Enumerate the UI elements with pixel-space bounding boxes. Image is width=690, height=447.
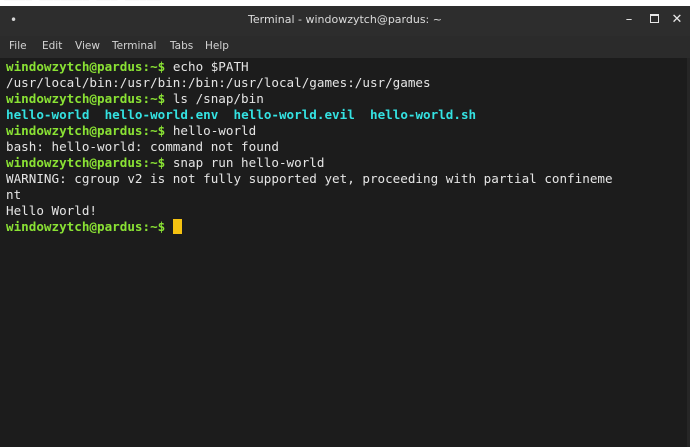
terminal-line: Hello World! (6, 203, 97, 218)
ls-entry: hello-world (6, 107, 90, 122)
terminal-window: • Terminal - windowzytch@pardus: ~ – ✕ F… (0, 6, 690, 447)
command-text: snap run hello-world (165, 155, 325, 170)
ls-entry: hello-world.env (104, 107, 219, 122)
ls-entry: hello-world.evil (233, 107, 355, 122)
close-icon[interactable]: ✕ (668, 11, 686, 29)
prompt-path: :~$ (142, 155, 166, 170)
prompt-user-host: windowzytch@pardus (6, 219, 143, 234)
prompt-path: :~$ (142, 59, 166, 74)
prompt-user-host: windowzytch@pardus (6, 91, 143, 106)
ls-entry: hello-world.sh (369, 107, 477, 122)
menu-file[interactable]: File (9, 40, 27, 52)
text-cursor (172, 219, 182, 234)
minimize-icon[interactable]: – (620, 11, 638, 29)
terminal-line: windowzytch@pardus:~$ ls /snap/bin (6, 91, 264, 107)
menu-tabs[interactable]: Tabs (170, 40, 193, 52)
command-text: hello-world (165, 123, 257, 138)
terminal-line: windowzytch@pardus:~$ hello-world (6, 123, 256, 139)
terminal-line: windowzytch@pardus:~$ (6, 219, 182, 235)
terminal-line: nt (6, 187, 22, 202)
prompt-user-host: windowzytch@pardus (6, 59, 143, 74)
prompt-user-host: windowzytch@pardus (6, 155, 143, 170)
command-text: echo $PATH (165, 59, 249, 74)
terminal-line: windowzytch@pardus:~$ echo $PATH (6, 59, 249, 75)
terminal-line: hello-world hello-world.env hello-world.… (6, 107, 476, 123)
maximize-icon[interactable] (645, 11, 663, 29)
menu-edit[interactable]: Edit (42, 40, 62, 52)
menu-view[interactable]: View (75, 40, 100, 52)
prompt-path: :~$ (142, 91, 166, 106)
terminal-line: /usr/local/bin:/usr/bin:/bin:/usr/local/… (6, 75, 431, 90)
terminal-line: WARNING: cgroup v2 is not fully supporte… (6, 171, 613, 186)
command-text (165, 219, 173, 234)
menu-help[interactable]: Help (205, 40, 229, 52)
prompt-user-host: windowzytch@pardus (6, 123, 143, 138)
terminal-line: windowzytch@pardus:~$ snap run hello-wor… (6, 155, 324, 171)
prompt-path: :~$ (142, 123, 166, 138)
command-text: ls /snap/bin (165, 91, 264, 106)
menu-bar: File Edit View Terminal Tabs Help (0, 36, 690, 58)
menu-terminal[interactable]: Terminal (112, 40, 156, 52)
prompt-path: :~$ (142, 219, 166, 234)
terminal-line: bash: hello-world: command not found (6, 139, 279, 154)
title-bar[interactable]: • Terminal - windowzytch@pardus: ~ – ✕ (0, 6, 690, 36)
window-title: Terminal - windowzytch@pardus: ~ (248, 13, 442, 26)
terminal-output[interactable]: windowzytch@pardus:~$ echo $PATH /usr/lo… (0, 58, 690, 447)
